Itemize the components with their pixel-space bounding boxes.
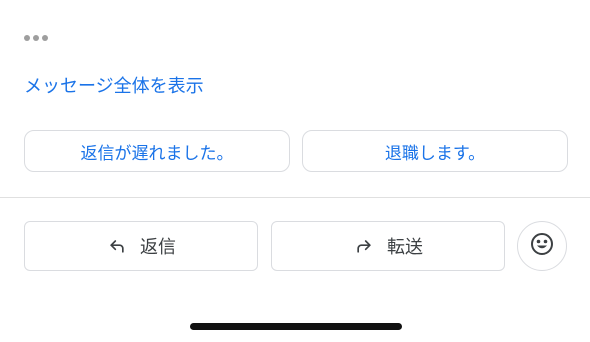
ellipsis-dot	[24, 35, 30, 41]
message-footer-screen: メッセージ全体を表示 返信が遅れました。 退職します。 返信 転送	[0, 0, 590, 342]
ellipsis-dot	[33, 35, 39, 41]
divider	[0, 197, 590, 198]
forward-label: 転送	[387, 237, 423, 258]
reply-button[interactable]: 返信	[24, 221, 258, 271]
emoji-reaction-button[interactable]	[517, 221, 567, 271]
emoji-reaction-icon	[530, 232, 554, 260]
reply-icon	[106, 235, 128, 257]
smart-reply-row: 返信が遅れました。 退職します。	[24, 130, 568, 172]
ellipsis-icon[interactable]	[24, 33, 48, 43]
home-indicator[interactable]	[190, 323, 402, 330]
smart-reply-chip[interactable]: 退職します。	[302, 130, 568, 172]
smart-reply-chip[interactable]: 返信が遅れました。	[24, 130, 290, 172]
reply-label: 返信	[140, 237, 176, 258]
forward-icon	[353, 235, 375, 257]
ellipsis-dot	[42, 35, 48, 41]
forward-button[interactable]: 転送	[271, 221, 505, 271]
show-full-message-link[interactable]: メッセージ全体を表示	[24, 74, 204, 100]
action-bar: 返信 転送	[24, 221, 505, 271]
